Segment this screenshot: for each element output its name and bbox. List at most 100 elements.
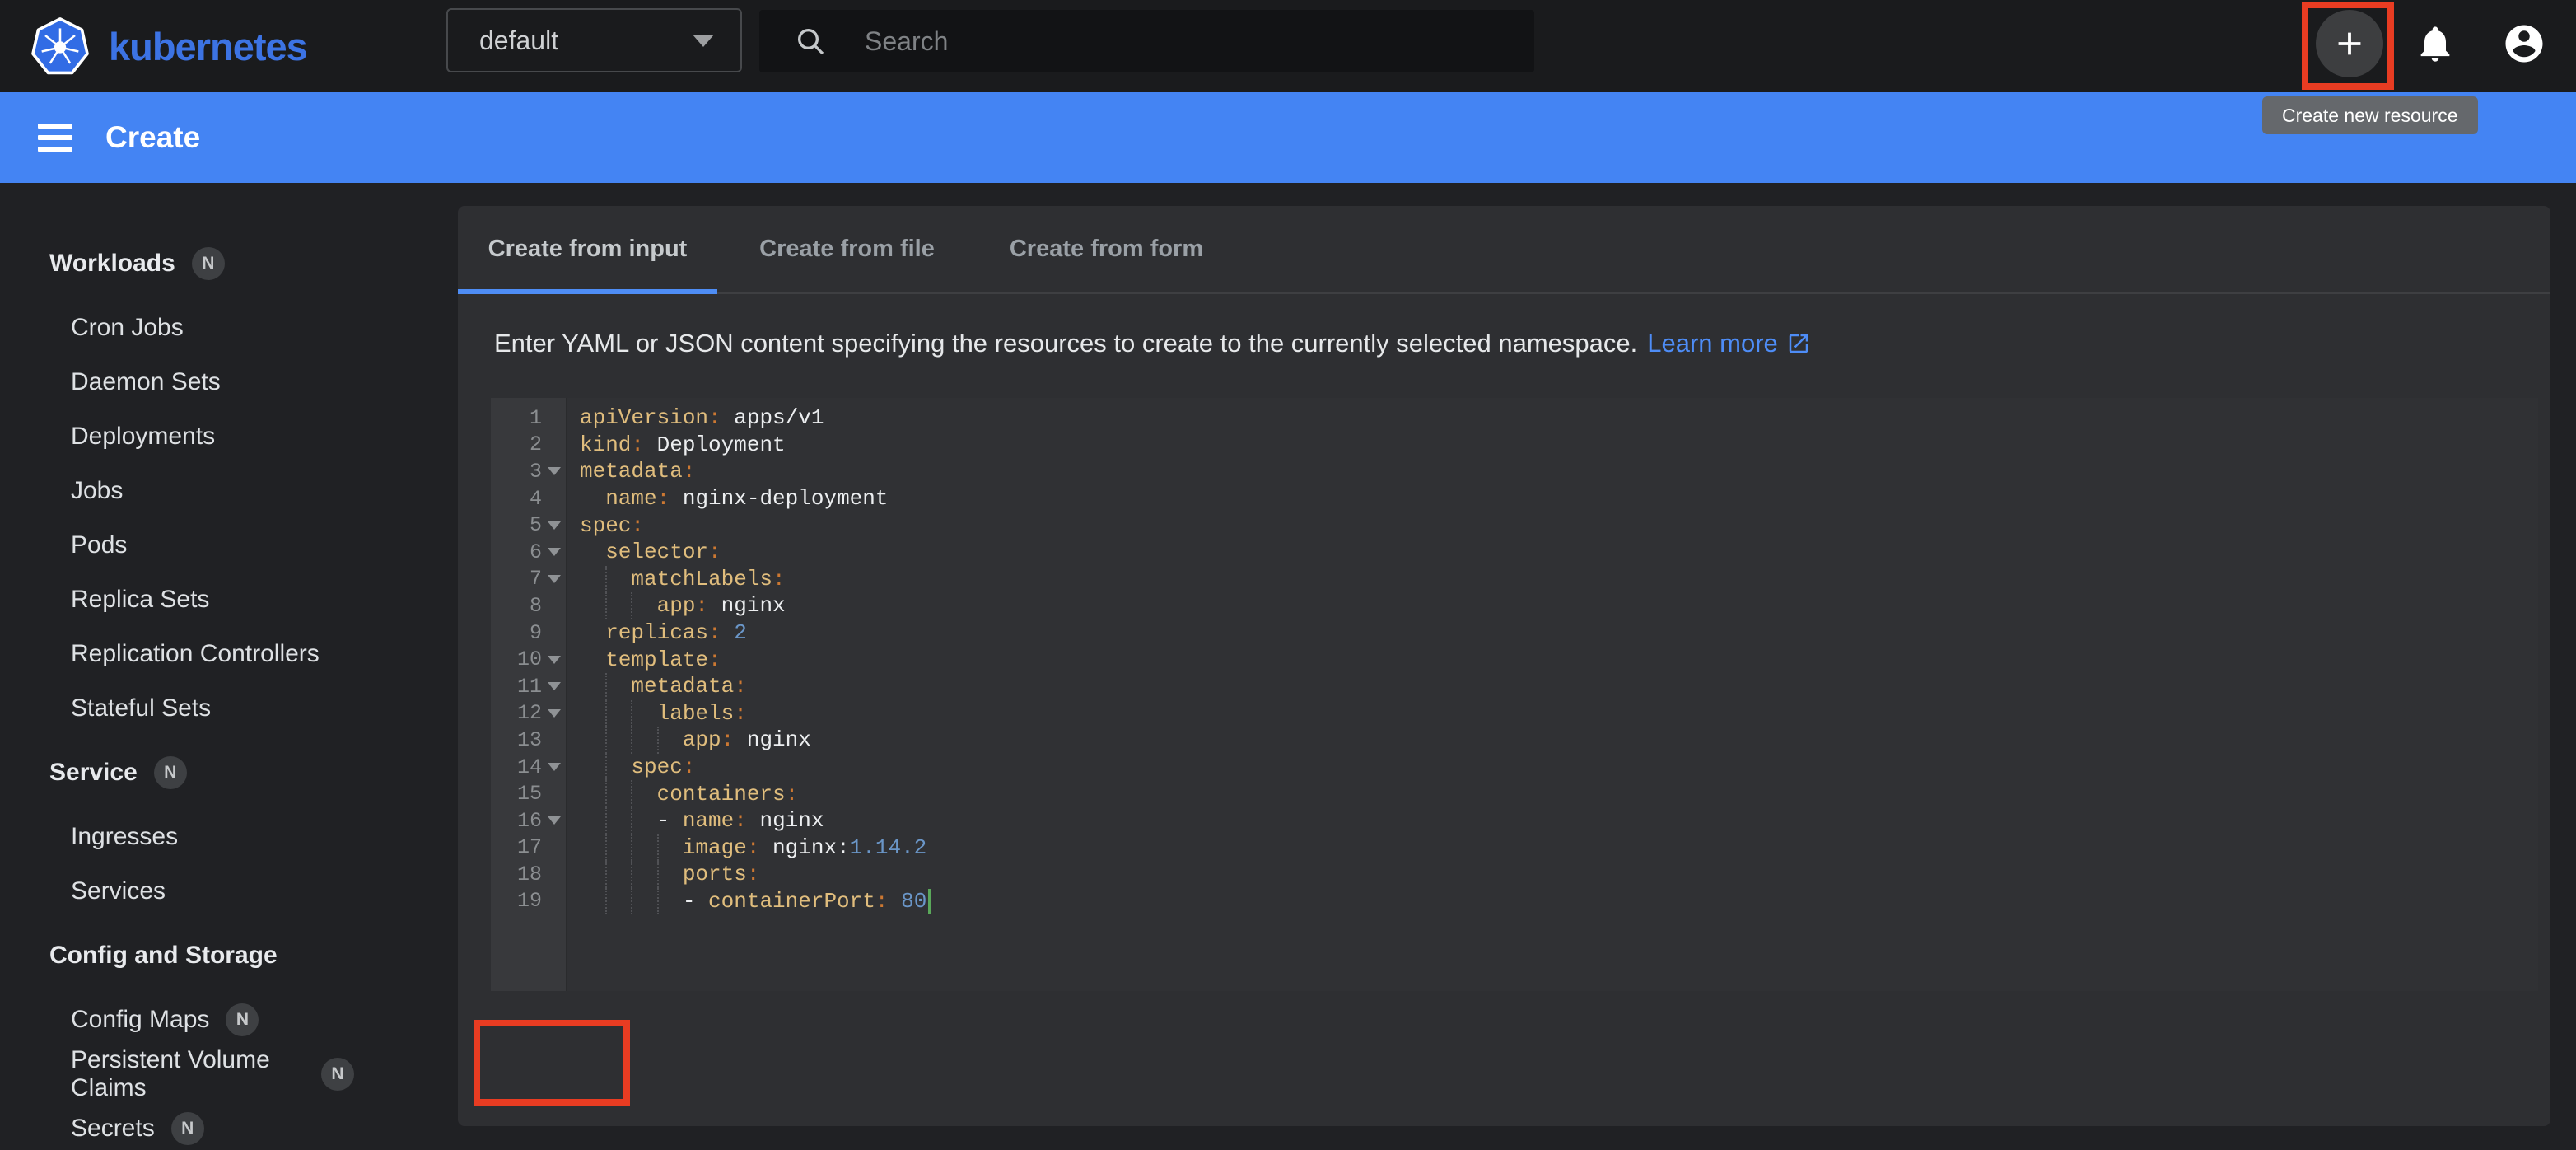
code-token: spec	[631, 755, 682, 779]
indent-spacer	[580, 834, 605, 862]
editor-line-number: 16	[491, 807, 566, 834]
fold-arrow-icon[interactable]	[548, 763, 561, 771]
code-line: name: nginx-deployment	[580, 485, 2538, 512]
sidebar-item-services[interactable]: Services	[0, 864, 354, 919]
sidebar-item-ingresses[interactable]: Ingresses	[0, 810, 354, 864]
bell-icon	[2414, 22, 2457, 65]
sidebar-item-replica-sets[interactable]: Replica Sets	[0, 573, 354, 627]
fold-arrow-icon[interactable]	[548, 816, 561, 825]
line-number: 16	[491, 809, 542, 833]
editor-line-number: 7	[491, 566, 566, 593]
code-token: metadata	[580, 459, 683, 484]
code-token: nginx	[708, 593, 786, 618]
sidebar-item-pods[interactable]: Pods	[0, 518, 354, 573]
editor-line-number: 9	[491, 619, 566, 647]
indent-guide	[631, 861, 656, 888]
fold-arrow-icon[interactable]	[548, 521, 561, 530]
fold-arrow-icon[interactable]	[548, 467, 561, 475]
brand[interactable]: kubernetes	[30, 0, 307, 92]
sidebar-item-config-maps[interactable]: Config MapsN	[0, 993, 354, 1047]
sidebar-item-label: Daemon Sets	[71, 368, 221, 396]
sidebar-item-daemon-sets[interactable]: Daemon Sets	[0, 355, 354, 409]
tab-create-from-form[interactable]: Create from form	[977, 206, 1236, 292]
sidebar-item-stateful-sets[interactable]: Stateful Sets	[0, 681, 354, 736]
sidebar-item-secrets[interactable]: SecretsN	[0, 1101, 354, 1150]
line-number: 5	[491, 513, 542, 537]
learn-more-link[interactable]: Learn more	[1647, 329, 1811, 358]
indent-guide	[605, 834, 631, 862]
code-line: app: nginx	[580, 592, 2538, 619]
indent-spacer	[580, 780, 605, 807]
fold-arrow-icon[interactable]	[548, 656, 561, 664]
notifications-button[interactable]	[2414, 22, 2457, 69]
line-number: 1	[491, 406, 542, 430]
sidebar-item-label: Jobs	[71, 477, 123, 505]
code-token: image	[683, 835, 747, 860]
sidebar-item-label: Services	[71, 877, 166, 905]
editor-code[interactable]: apiVersion: apps/v1kind: Deploymentmetad…	[567, 398, 2538, 991]
indent-guide	[605, 673, 631, 700]
line-number: 3	[491, 460, 542, 484]
line-number: 13	[491, 728, 542, 752]
code-token: replicas	[605, 620, 708, 645]
indent-guide	[605, 780, 631, 807]
yaml-editor[interactable]: 12345678910111213141516171819 apiVersion…	[491, 398, 2538, 991]
indent-guide	[605, 566, 631, 593]
sidebar-group-config-and-storage[interactable]: Config and Storage	[0, 928, 354, 983]
code-line: metadata:	[580, 673, 2538, 700]
namespaced-badge: N	[171, 1112, 204, 1145]
namespace-selector[interactable]: default	[446, 8, 742, 72]
search-box[interactable]	[759, 10, 1534, 72]
fold-arrow-icon[interactable]	[548, 709, 561, 718]
code-line: ports:	[580, 861, 2538, 888]
editor-line-number: 19	[491, 888, 566, 915]
indent-guide	[605, 888, 631, 915]
indent-guide	[631, 592, 656, 619]
menu-button[interactable]	[38, 124, 72, 152]
line-number: 17	[491, 835, 542, 859]
sidebar-group-label: Service	[49, 759, 138, 787]
line-number: 7	[491, 567, 542, 591]
fold-arrow-icon[interactable]	[548, 682, 561, 690]
sidebar: WorkloadsN Cron Jobs Daemon Sets Deployment…	[0, 183, 354, 1150]
editor-line-number: 5	[491, 512, 566, 539]
sidebar-group-service[interactable]: ServiceN	[0, 746, 354, 800]
line-number: 11	[491, 675, 542, 699]
sidebar-group-workloads[interactable]: WorkloadsN	[0, 236, 354, 291]
editor-line-number: 1	[491, 404, 566, 432]
tab-create-from-file[interactable]: Create from file	[717, 206, 977, 292]
open-in-new-icon	[1786, 331, 1811, 356]
fold-arrow-icon[interactable]	[548, 575, 561, 583]
code-token: apps/v1	[721, 405, 824, 430]
search-input[interactable]	[865, 26, 1507, 57]
indent-guide	[605, 727, 631, 754]
editor-line-number: 14	[491, 754, 566, 781]
code-line: - containerPort: 80	[580, 888, 2538, 915]
line-number: 14	[491, 755, 542, 779]
account-button[interactable]	[2502, 21, 2546, 70]
indent-guide	[605, 592, 631, 619]
sidebar-item-persistent-volume-claims[interactable]: Persistent Volume ClaimsN	[0, 1047, 354, 1101]
page-title: Create	[105, 120, 200, 155]
brand-name: kubernetes	[109, 24, 307, 69]
code-line: containers:	[580, 780, 2538, 807]
sidebar-item-cron-jobs[interactable]: Cron Jobs	[0, 301, 354, 355]
indent-spacer	[580, 539, 605, 566]
account-icon	[2502, 21, 2546, 66]
sidebar-item-deployments[interactable]: Deployments	[0, 409, 354, 464]
create-new-resource-button[interactable]	[2316, 10, 2383, 77]
tab-create-from-input[interactable]: Create from input	[458, 206, 717, 292]
editor-line-number: 11	[491, 673, 566, 700]
sidebar-item-replication-controllers[interactable]: Replication Controllers	[0, 627, 354, 681]
editor-line-number: 2	[491, 432, 566, 459]
sidebar-item-label: Stateful Sets	[71, 694, 211, 722]
code-token: Deployment	[644, 432, 786, 457]
indent-guide	[605, 754, 631, 781]
editor-line-number: 8	[491, 592, 566, 619]
line-number: 2	[491, 432, 542, 456]
fold-arrow-icon[interactable]	[548, 548, 561, 556]
code-token: :	[734, 808, 747, 833]
code-token: app	[683, 727, 721, 752]
sidebar-item-jobs[interactable]: Jobs	[0, 464, 354, 518]
code-token: :	[708, 540, 721, 564]
